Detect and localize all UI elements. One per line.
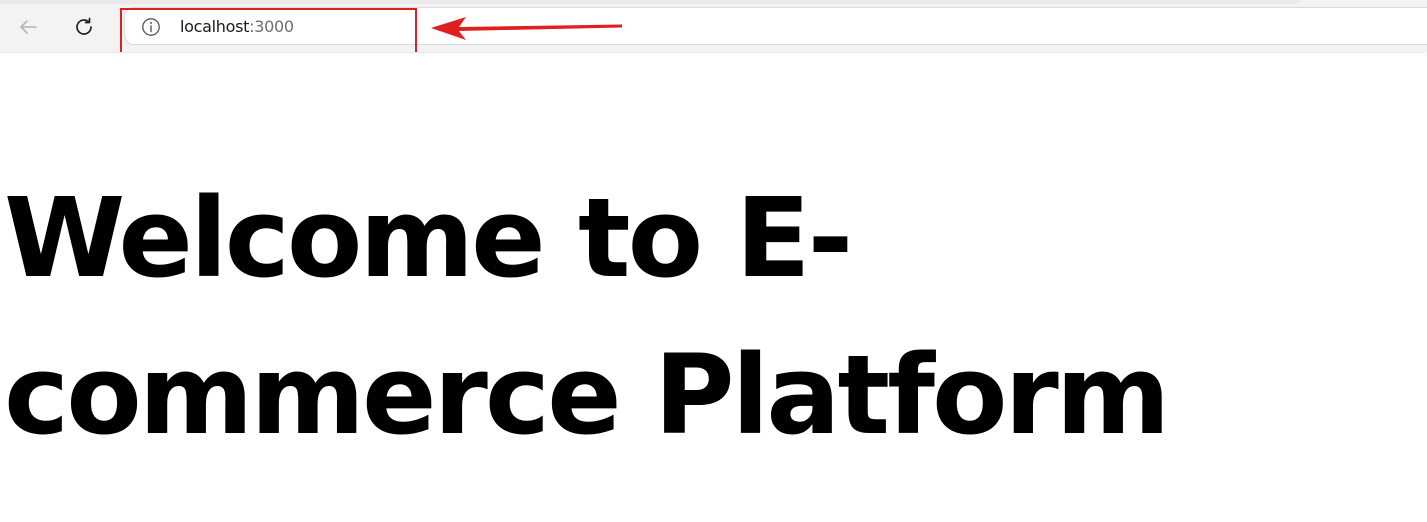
annotation-arrow-icon: [431, 17, 622, 40]
page-content: Welcome to E-commerce Platform: [0, 52, 1427, 522]
page-heading: Welcome to E-commerce Platform: [4, 174, 1170, 459]
back-button[interactable]: [12, 11, 44, 43]
reload-button[interactable]: [68, 11, 100, 43]
back-arrow-icon: [20, 20, 37, 34]
tab-strip: [0, 0, 1300, 4]
reload-icon: [76, 17, 92, 35]
annotation-highlight-box: [120, 8, 417, 55]
